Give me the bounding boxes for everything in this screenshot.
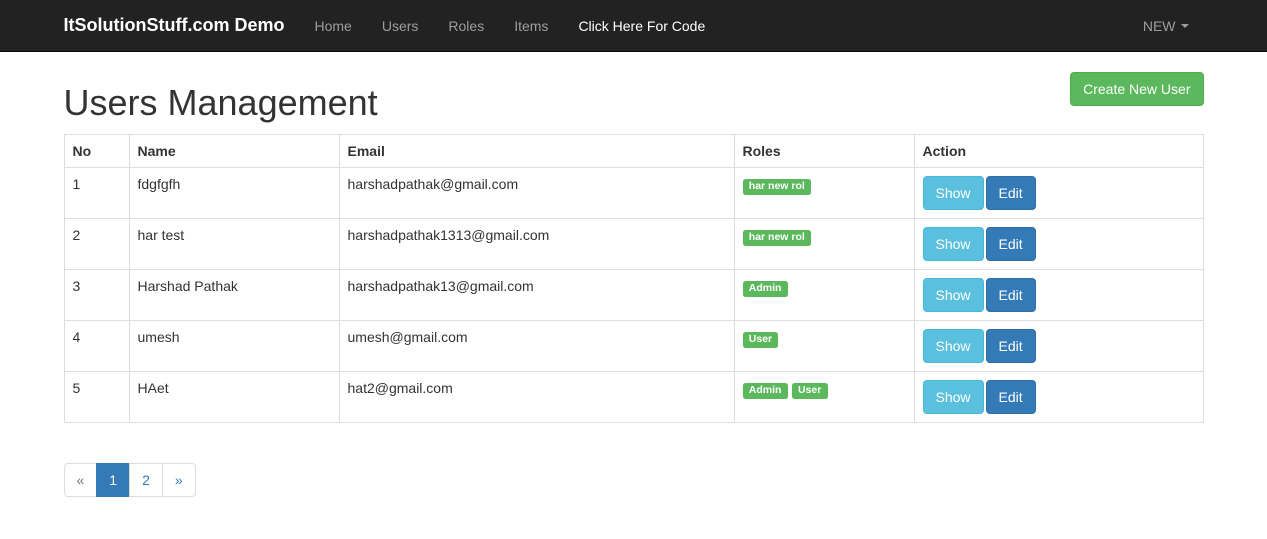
cell-action: ShowEdit (914, 270, 1203, 321)
table-row: 1fdgfgfhharshadpathak@gmail.com har new r… (64, 168, 1203, 219)
pagination-page-1[interactable]: 1 (96, 463, 130, 497)
edit-button[interactable]: Edit (986, 176, 1036, 210)
caret-down-icon (1181, 24, 1189, 28)
cell-email: hat2@gmail.com (339, 372, 734, 423)
edit-button[interactable]: Edit (986, 329, 1036, 363)
cell-name: har test (129, 219, 339, 270)
cell-roles: User (734, 321, 914, 372)
header-roles: Roles (734, 135, 914, 168)
cell-no: 3 (64, 270, 129, 321)
cell-no: 2 (64, 219, 129, 270)
cell-action: ShowEdit (914, 219, 1203, 270)
nav-link-code[interactable]: Click Here For Code (563, 3, 720, 49)
nav-link-home[interactable]: Home (299, 3, 366, 49)
page-title: Users Management (64, 82, 378, 124)
role-badge: User (743, 332, 779, 348)
header-no: No (64, 135, 129, 168)
role-badge: har new rol (743, 230, 812, 246)
cell-action: ShowEdit (914, 372, 1203, 423)
show-button[interactable]: Show (923, 176, 984, 210)
cell-no: 5 (64, 372, 129, 423)
pagination: « 1 2 » (64, 463, 196, 497)
cell-roles: Admin (734, 270, 914, 321)
table-row: 3Harshad Pathakharshadpathak13@gmail.com… (64, 270, 1203, 321)
pagination-prev[interactable]: « (64, 463, 98, 497)
cell-name: Harshad Pathak (129, 270, 339, 321)
table-row: 5HAethat2@gmail.comAdmin User ShowEdit (64, 372, 1203, 423)
show-button[interactable]: Show (923, 329, 984, 363)
role-badge: Admin (743, 383, 788, 399)
cell-name: umesh (129, 321, 339, 372)
navbar-brand[interactable]: ItSolutionStuff.com Demo (64, 0, 300, 51)
show-button[interactable]: Show (923, 227, 984, 261)
cell-roles: har new rol (734, 219, 914, 270)
header-name: Name (129, 135, 339, 168)
cell-email: harshadpathak13@gmail.com (339, 270, 734, 321)
pagination-page-2[interactable]: 2 (129, 463, 163, 497)
table-row: 2har testharshadpathak1313@gmail.com har … (64, 219, 1203, 270)
cell-no: 1 (64, 168, 129, 219)
edit-button[interactable]: Edit (986, 278, 1036, 312)
header-email: Email (339, 135, 734, 168)
cell-no: 4 (64, 321, 129, 372)
role-badge: Admin (743, 281, 788, 297)
cell-roles: Admin User (734, 372, 914, 423)
show-button[interactable]: Show (923, 278, 984, 312)
cell-email: harshadpathak@gmail.com (339, 168, 734, 219)
nav-link-roles[interactable]: Roles (433, 3, 499, 49)
cell-roles: har new rol (734, 168, 914, 219)
cell-name: HAet (129, 372, 339, 423)
table-row: 4umeshumesh@gmail.com User ShowEdit (64, 321, 1203, 372)
nav-dropdown-new[interactable]: NEW (1128, 3, 1204, 49)
nav-dropdown-label: NEW (1143, 18, 1176, 34)
pagination-next[interactable]: » (162, 463, 196, 497)
cell-action: ShowEdit (914, 168, 1203, 219)
edit-button[interactable]: Edit (986, 227, 1036, 261)
nav-link-items[interactable]: Items (499, 3, 563, 49)
role-badge: har new rol (743, 179, 812, 195)
navbar: ItSolutionStuff.com Demo Home Users Role… (0, 0, 1267, 52)
cell-email: umesh@gmail.com (339, 321, 734, 372)
header-action: Action (914, 135, 1203, 168)
navbar-nav: Home Users Roles Items Click Here For Co… (299, 3, 720, 49)
cell-name: fdgfgfh (129, 168, 339, 219)
edit-button[interactable]: Edit (986, 380, 1036, 414)
nav-link-users[interactable]: Users (367, 3, 434, 49)
users-table: No Name Email Roles Action 1fdgfgfhharsh… (64, 134, 1204, 423)
role-badge: User (792, 383, 828, 399)
show-button[interactable]: Show (923, 380, 984, 414)
cell-email: harshadpathak1313@gmail.com (339, 219, 734, 270)
create-new-user-button[interactable]: Create New User (1070, 72, 1203, 106)
cell-action: ShowEdit (914, 321, 1203, 372)
